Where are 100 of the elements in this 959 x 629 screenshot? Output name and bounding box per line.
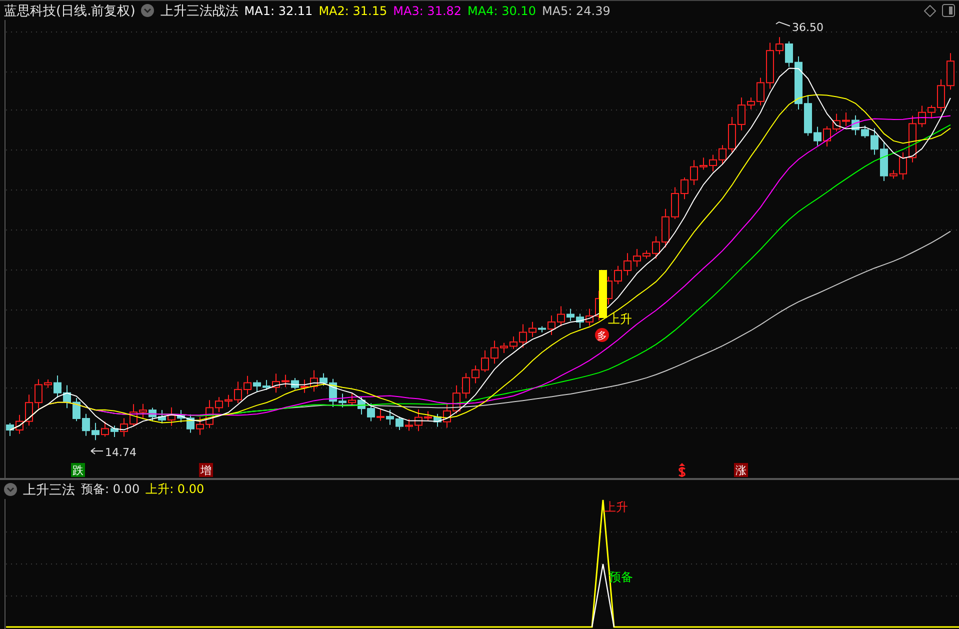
candlestick xyxy=(671,186,679,220)
peak-label: 上升 xyxy=(604,500,628,514)
candlestick xyxy=(680,177,688,200)
candlestick xyxy=(908,115,916,163)
candlestick xyxy=(282,374,290,388)
indicator-value: 预备: 0.00 xyxy=(81,481,140,498)
indicator-name: 上升三法战法 xyxy=(160,2,238,20)
candlestick xyxy=(244,375,252,395)
candlestick xyxy=(557,306,565,327)
candlestick xyxy=(424,410,432,421)
candlestick xyxy=(937,78,945,112)
candlestick xyxy=(300,379,308,394)
candlestick xyxy=(54,375,62,398)
candlestick xyxy=(396,416,404,431)
candlestick xyxy=(756,77,764,106)
candlestick xyxy=(120,418,128,438)
candlestick xyxy=(168,406,176,426)
candlestick xyxy=(443,403,451,428)
candlestick xyxy=(709,154,717,172)
candlestick xyxy=(130,404,138,428)
candlestick xyxy=(414,408,422,432)
candlestick xyxy=(814,126,822,146)
candlestick xyxy=(918,105,926,128)
candlestick xyxy=(718,144,726,166)
candlestick xyxy=(234,381,242,404)
high-price-label: 36.50 xyxy=(792,21,824,34)
candlestick xyxy=(405,418,413,432)
candlestick xyxy=(472,365,480,384)
candlestick xyxy=(928,104,936,119)
candlestick xyxy=(490,340,498,364)
candlestick xyxy=(624,252,632,276)
candlestick xyxy=(215,396,223,413)
candlestick xyxy=(832,113,840,132)
signal-badge: 多 xyxy=(595,328,609,342)
candlestick xyxy=(148,407,156,422)
signal-label: 上升 xyxy=(608,312,632,326)
candlestick xyxy=(852,114,860,136)
candlestick xyxy=(348,392,356,406)
candlestick xyxy=(538,326,546,333)
candlestick xyxy=(519,324,527,348)
candlestick xyxy=(528,321,536,338)
candlestick xyxy=(63,384,71,409)
candlestick xyxy=(804,95,812,136)
candlestick xyxy=(642,250,650,260)
candlestick xyxy=(842,112,850,126)
candlestick xyxy=(34,378,42,410)
signal-bar xyxy=(599,270,607,318)
candlestick xyxy=(386,409,394,426)
candlestick xyxy=(101,421,109,438)
candlestick xyxy=(662,208,670,248)
candlestick xyxy=(776,36,784,55)
candlestick xyxy=(586,308,594,326)
candlestick xyxy=(82,413,90,436)
candlestick xyxy=(206,400,214,429)
collapse-icon[interactable] xyxy=(141,4,154,17)
candlestick xyxy=(6,422,14,436)
candlestick xyxy=(614,265,622,285)
candlestick xyxy=(946,52,954,90)
collapse-icon[interactable] xyxy=(4,483,17,496)
candlestick xyxy=(224,394,232,408)
candlestick xyxy=(633,248,641,268)
candlestick xyxy=(177,410,185,423)
candlestick xyxy=(72,397,80,422)
candlestick xyxy=(728,116,736,153)
candlestick xyxy=(158,410,166,424)
candlestick xyxy=(823,126,831,148)
candlestick xyxy=(481,350,489,372)
diamond-icon[interactable] xyxy=(924,4,936,16)
candlestick xyxy=(870,128,878,156)
candlestick xyxy=(766,42,774,90)
candlestick xyxy=(510,336,518,350)
moving-average-value: MA2: 31.15 xyxy=(318,4,388,18)
candlestick xyxy=(139,403,147,418)
candlestick xyxy=(747,97,755,110)
candlestick xyxy=(338,393,346,408)
candlestick xyxy=(196,416,204,436)
moving-average-value: MA4: 30.10 xyxy=(468,4,536,18)
candlestick xyxy=(500,342,508,354)
moving-average-value: MA3: 31.82 xyxy=(393,4,462,18)
candlestick xyxy=(880,141,888,182)
moving-average-value: MA1: 32.11 xyxy=(244,4,313,18)
candlestick xyxy=(576,313,584,328)
moving-average-value: MA5: 24.39 xyxy=(542,4,610,18)
marker-badge: 跌 xyxy=(71,463,85,477)
candlestick xyxy=(253,380,261,392)
candlestick xyxy=(890,170,898,180)
marker-badge: 增 xyxy=(199,463,213,477)
candlestick xyxy=(861,125,869,138)
marker-badge: 涨 xyxy=(734,463,748,477)
candlestick xyxy=(899,152,907,180)
candlestick xyxy=(690,160,698,186)
candlestick xyxy=(320,372,328,386)
candlestick xyxy=(434,413,442,428)
panel-toggle-icon[interactable] xyxy=(942,4,955,17)
candlestick xyxy=(462,372,470,399)
candlestick xyxy=(548,314,556,336)
candlestick xyxy=(110,425,118,438)
dollar-marker-icon xyxy=(678,463,686,478)
candlestick xyxy=(738,97,746,131)
candlestick xyxy=(566,308,574,322)
